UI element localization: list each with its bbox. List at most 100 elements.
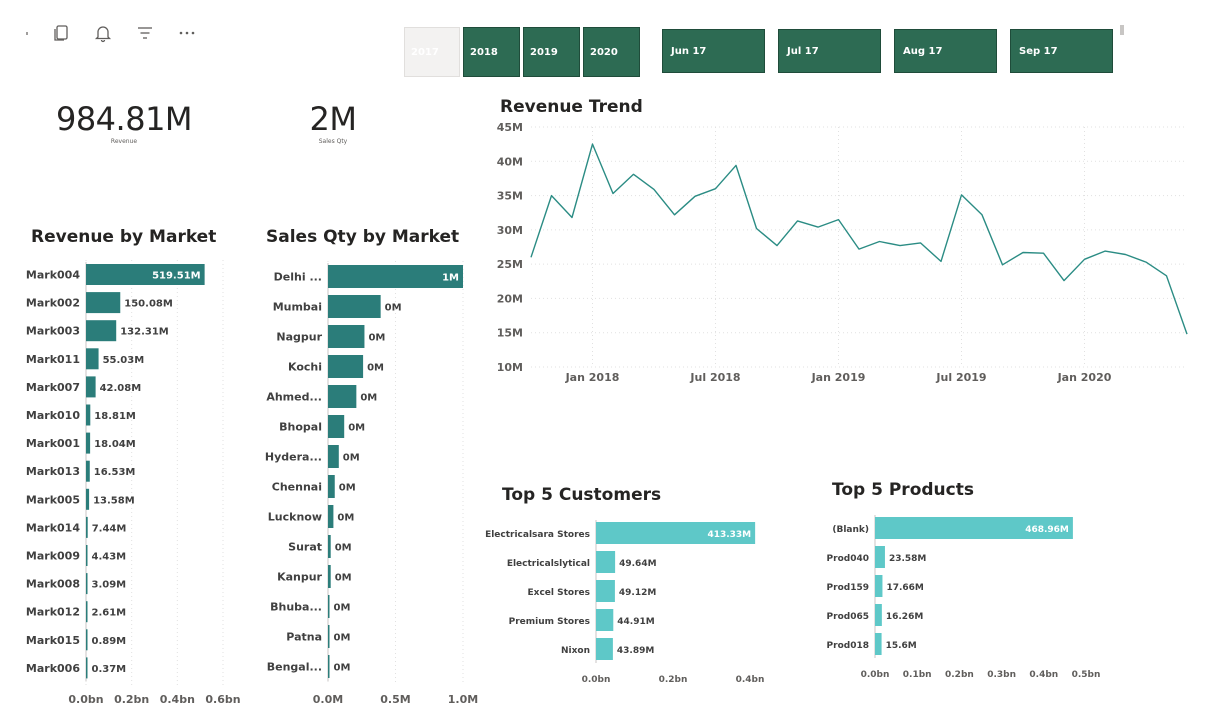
category-label: Surat (288, 541, 322, 554)
more-options-icon[interactable] (176, 22, 198, 44)
bar (86, 545, 88, 566)
category-label: Excel Stores (528, 588, 590, 598)
category-label: Bhuba... (270, 601, 322, 614)
data-label: 0M (367, 363, 384, 374)
sales-qty-by-market-chart: Delhi ... 1M Mumbai 0M Nagpur 0M Kochi 0M Ahmed.… (265, 261, 478, 706)
bar (328, 565, 331, 588)
data-label: 42.08M (100, 383, 142, 394)
y-tick-label: 10M (497, 361, 523, 374)
filter-icon[interactable] (134, 22, 156, 44)
bar (86, 516, 88, 538)
data-label: 15.6M (886, 641, 917, 651)
y-tick-label: 25M (497, 258, 523, 271)
bar (328, 445, 339, 468)
month-slicer-item-sep17[interactable]: Sep 17 (1010, 29, 1113, 73)
kpi-revenue-value: 984.81M (55, 100, 193, 138)
category-label: Mumbai (273, 301, 322, 314)
bar (86, 488, 90, 510)
bar (86, 320, 117, 342)
bell-icon[interactable] (92, 22, 114, 44)
top5-products-chart: (Blank) 468.96M Prod040 23.58M Prod159 17.66M… (827, 515, 1100, 680)
category-label: Prod018 (827, 641, 869, 651)
category-label: Premium Stores (509, 617, 590, 627)
x-tick-label: Jul 2019 (935, 371, 986, 384)
y-tick-label: 35M (497, 190, 523, 203)
data-label: 55.03M (103, 355, 145, 366)
x-tick-label: 0.1bn (903, 670, 932, 680)
category-label: Bhopal (279, 421, 322, 434)
month-slicer-item-jun17[interactable]: Jun 17 (662, 29, 765, 73)
bar (328, 535, 331, 558)
bar (328, 385, 357, 408)
category-label: Mark002 (26, 297, 80, 310)
x-tick-label: 0.2bn (945, 670, 974, 680)
visual-toolbar (24, 20, 198, 46)
kpi-revenue-card: 984.81M Revenue (44, 102, 204, 145)
x-tick-label: 0.6bn (205, 693, 240, 706)
category-label: Mark006 (26, 662, 80, 675)
data-label: 0M (335, 573, 352, 584)
x-tick-label: Jan 2020 (1057, 371, 1112, 384)
bar (86, 601, 88, 623)
category-label: Mark013 (26, 465, 80, 478)
category-label: Prod159 (827, 583, 869, 593)
x-tick-label: 0.5M (380, 693, 410, 706)
data-label: 0.37M (92, 664, 127, 675)
data-label: 18.81M (94, 411, 136, 422)
x-tick-label: Jul 2018 (689, 371, 740, 384)
category-label: Mark001 (26, 437, 80, 450)
x-tick-label: Jan 2018 (565, 371, 620, 384)
bar (86, 629, 88, 651)
month-slicer-item-aug17[interactable]: Aug 17 (894, 29, 997, 73)
x-tick-label: 0.4bn (1029, 670, 1058, 680)
category-label: Electricalslytical (507, 559, 590, 569)
bar (328, 415, 345, 438)
category-label: (Blank) (832, 525, 869, 535)
x-tick-label: 0.4bn (736, 675, 765, 685)
revenue-by-market-title: Revenue by Market (31, 227, 217, 247)
bar (875, 633, 882, 655)
category-label: Mark009 (26, 550, 80, 563)
data-label: 0M (334, 633, 351, 644)
kpi-sales-qty-label: Sales Qty (318, 138, 348, 145)
data-label: 3.09M (92, 580, 127, 591)
year-slicer-item-2019[interactable]: 2019 (523, 27, 580, 77)
x-tick-label: 0.0M (313, 693, 343, 706)
bar (86, 348, 99, 370)
data-label: 132.31M (120, 327, 169, 338)
category-label: Bengal... (267, 661, 322, 674)
bar (86, 432, 91, 454)
top5-products-title: Top 5 Products (832, 480, 974, 500)
category-label: Mark014 (26, 521, 80, 534)
slicer-scrollbar[interactable] (1120, 25, 1124, 35)
year-slicer-item-2018[interactable]: 2018 (463, 27, 520, 77)
category-label: Ahmed... (266, 391, 322, 404)
category-label: Mark005 (26, 493, 80, 506)
copy-icon[interactable] (50, 22, 72, 44)
data-label: 0M (348, 423, 365, 434)
category-label: Hydera... (265, 451, 322, 464)
category-label: Kochi (288, 361, 322, 374)
data-label: 0M (385, 303, 402, 314)
year-slicer-item-2020[interactable]: 2020 (583, 27, 640, 77)
data-label: 17.66M (886, 583, 923, 593)
kpi-sales-qty-value: 2M (309, 100, 357, 138)
y-tick-label: 45M (497, 121, 523, 134)
category-label: Mark003 (26, 325, 80, 338)
data-label: 0.89M (92, 636, 127, 647)
year-slicer-item-2017[interactable]: 2017 (404, 27, 460, 77)
bar (86, 292, 121, 314)
bar (596, 609, 614, 631)
data-label: 13.58M (93, 495, 135, 506)
revenue-trend-series-line (530, 143, 1188, 335)
x-tick-label: 1.0M (448, 693, 478, 706)
x-tick-label: Jan 2019 (811, 371, 866, 384)
top5-customers-chart: Electricalsara Stores 413.33M Electricalsl… (485, 520, 765, 685)
category-label: Mark010 (26, 409, 80, 422)
data-label: 0M (343, 453, 360, 464)
month-slicer-item-jul17[interactable]: Jul 17 (778, 29, 881, 73)
data-label: 468.96M (1025, 525, 1069, 535)
x-tick-label: 0.0bn (861, 670, 890, 680)
category-label: Electricalsara Stores (485, 530, 590, 540)
data-label: 413.33M (707, 530, 751, 540)
